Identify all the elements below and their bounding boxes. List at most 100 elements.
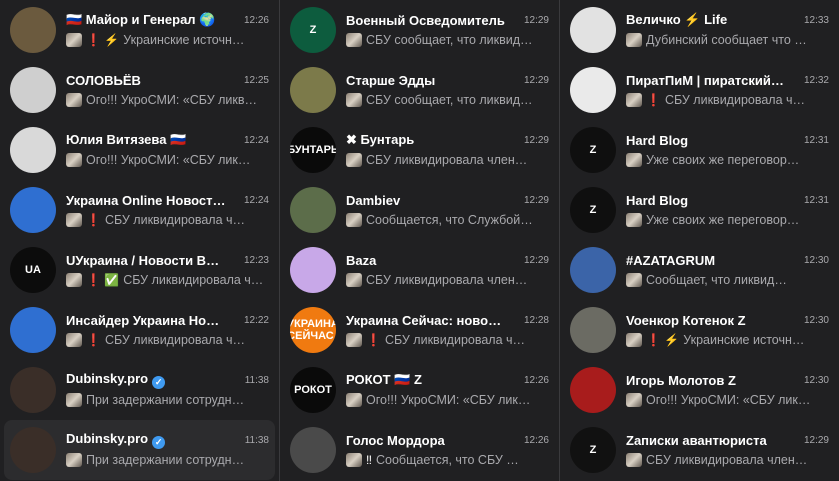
chat-list-item[interactable]: UA UУкраина / Новости В… 12:23 ❗ ✅ СБУ ликви…	[0, 240, 279, 300]
chat-top-line: Voенкор Котенок Z 12:30	[626, 310, 829, 330]
chat-name: Голос Мордора	[346, 433, 518, 448]
chat-name-text: Baza	[346, 252, 377, 268]
chat-name-text: Dambiev	[346, 192, 401, 208]
chat-list-item[interactable]: Dambiev 12:29 Сообщается, что Службой…	[280, 180, 559, 240]
chat-time: 11:38	[244, 374, 269, 386]
chat-name: Инсайдер Украина Но…	[66, 313, 238, 328]
chat-avatar	[10, 187, 56, 233]
chat-avatar: УКРАИНА СЕЙЧАС	[290, 307, 336, 353]
chat-list-item[interactable]: РОКОТ РОКОТ 🇷🇺 Z 12:26 Ого!!! УкроСМИ: «СБУ…	[280, 360, 559, 420]
chat-list-item[interactable]: Voенкор Котенок Z 12:30 ❗ ⚡ Украинские исто…	[560, 300, 839, 360]
message-thumbnail	[66, 333, 82, 347]
chat-list-item[interactable]: Голос Мордора 12:26 ‼ Сообщается, что СБУ …	[280, 420, 559, 480]
chat-list-item[interactable]: Юлия Витязева 🇷🇺 12:24 Ого!!! УкроСМИ: «СБ…	[0, 120, 279, 180]
message-thumbnail	[626, 33, 642, 47]
message-thumbnail	[626, 213, 642, 227]
chat-list-item[interactable]: 🇷🇺 Майор и Генерал 🌍 12:26 ❗ ⚡ Украинские и…	[0, 0, 279, 60]
message-emoji-prefix: ❗ ⚡	[86, 33, 120, 47]
message-preview: Сообщает, что ликвид…	[646, 273, 787, 287]
chat-info: Величко ⚡ Life 12:33 Дубинский сообщает чт…	[626, 10, 829, 50]
chat-name-text: 🇷🇺 Майор и Генерал 🌍	[66, 12, 216, 27]
message-emoji-prefix: ‼	[366, 453, 372, 467]
chat-bottom-line: Сообщается, что Службой…	[346, 210, 549, 230]
chat-list-item[interactable]: Z Hard Blog 12:31 Уже своих же переговор…	[560, 120, 839, 180]
message-preview: СБУ ликвидировала ч…	[123, 273, 264, 287]
chat-top-line: 🇷🇺 Майор и Генерал 🌍 12:26	[66, 10, 269, 30]
chat-info: #AZATAGRUM 12:30 Сообщает, что ликвид…	[626, 250, 829, 290]
chat-time: 12:32	[803, 74, 829, 86]
chat-bottom-line: СБУ ликвидировала член…	[346, 150, 549, 170]
chat-avatar	[290, 427, 336, 473]
chat-time: 12:31	[803, 194, 829, 206]
chat-list-item[interactable]: СОЛОВЬЁВ 12:25 Ого!!! УкроСМИ: «СБУ ликв…	[0, 60, 279, 120]
message-thumbnail	[626, 273, 642, 287]
chat-list-item[interactable]: БУНТАРЬ ✖ Бунтарь 12:29 СБУ ликвидировала ч…	[280, 120, 559, 180]
chat-info: Dubinsky.pro ✓ 11:38 При задержании сотрудн…	[66, 370, 269, 410]
chat-bottom-line: СБУ сообщает, что ликвид…	[346, 90, 549, 110]
message-thumbnail	[346, 393, 362, 407]
message-emoji-prefix: ❗ ⚡	[646, 333, 680, 347]
chat-name: Voенкор Котенок Z	[626, 313, 798, 328]
chat-list-item[interactable]: Игорь Молотов Z 12:30 Ого!!! УкроСМИ: «СБУ…	[560, 360, 839, 420]
chat-top-line: Baza 12:29	[346, 250, 549, 270]
chat-list-item[interactable]: Величко ⚡ Life 12:33 Дубинский сообщает чт…	[560, 0, 839, 60]
chat-list-item[interactable]: Старше Эдды 12:29 СБУ сообщает, что ликвид…	[280, 60, 559, 120]
chat-time: 12:22	[243, 314, 269, 326]
chat-name: UУкраина / Новости В…	[66, 253, 238, 268]
message-emoji-prefix: ❗	[646, 93, 661, 107]
chat-info: Dambiev 12:29 Сообщается, что Службой…	[346, 190, 549, 230]
chat-avatar	[10, 7, 56, 53]
chat-name-text: Dubinsky.pro	[66, 431, 149, 446]
chat-info: Инсайдер Украина Но… 12:22 ❗ СБУ ликвидиров…	[66, 310, 269, 350]
chat-name: 🇷🇺 Майор и Генерал 🌍	[66, 12, 238, 28]
message-emoji-prefix: ❗	[86, 213, 101, 227]
message-preview: Уже своих же переговор…	[646, 153, 800, 167]
chat-name-text: #AZATAGRUM	[626, 252, 716, 268]
chat-avatar	[290, 247, 336, 293]
message-preview: Сообщается, что СБУ …	[376, 453, 519, 467]
chat-list-item[interactable]: Dubinsky.pro ✓ 11:38 При задержании сотрудн…	[4, 420, 275, 480]
chat-time: 12:24	[243, 194, 269, 206]
chat-avatar	[290, 187, 336, 233]
chat-list-item[interactable]: Baza 12:29 СБУ ликвидировала член…	[280, 240, 559, 300]
chat-time: 12:29	[523, 74, 549, 86]
chat-top-line: Старше Эдды 12:29	[346, 70, 549, 90]
chat-list-item[interactable]: Украина Online Новост… 12:24 ❗ СБУ ликвидир…	[0, 180, 279, 240]
chat-name: Украина Сейчас: ново…	[346, 313, 518, 328]
chat-info: ✖ Бунтарь 12:29 СБУ ликвидировала член…	[346, 130, 549, 170]
chat-bottom-line: ❗ ⚡ Украинские источн…	[66, 30, 269, 50]
message-preview: При задержании сотрудн…	[86, 453, 245, 467]
chat-avatar	[10, 307, 56, 353]
message-thumbnail	[66, 453, 82, 467]
chat-list-item[interactable]: ПиратПиМ | пиратский… 12:32 ❗ СБУ ликвидиро…	[560, 60, 839, 120]
chat-time: 12:25	[243, 74, 269, 86]
chat-name-text: Zаписки авантюриста	[626, 432, 767, 448]
chat-list-item[interactable]: Z Hard Blog 12:31 Уже своих же переговор…	[560, 180, 839, 240]
chat-top-line: Hard Blog 12:31	[626, 130, 829, 150]
chat-list-item[interactable]: Z Военный Осведомитель 12:29 СБУ сообщает, …	[280, 0, 559, 60]
chat-name: СОЛОВЬЁВ	[66, 73, 238, 88]
chat-avatar: БУНТАРЬ	[290, 127, 336, 173]
chat-list-item[interactable]: УКРАИНА СЕЙЧАС Украина Сейчас: ново… 12:28…	[280, 300, 559, 360]
chat-name: Юлия Витязева 🇷🇺	[66, 132, 238, 148]
chat-avatar: РОКОТ	[290, 367, 336, 413]
chat-top-line: СОЛОВЬЁВ 12:25	[66, 70, 269, 90]
verified-icon: ✓	[152, 436, 166, 449]
chat-name-text: ✖ Бунтарь	[346, 132, 415, 147]
message-preview: Ого!!! УкроСМИ: «СБУ ликв…	[86, 93, 258, 107]
chat-list-item[interactable]: Dubinsky.pro ✓ 11:38 При задержании сотрудн…	[0, 360, 279, 420]
chat-time: 12:29	[523, 14, 549, 26]
chat-top-line: Юлия Витязева 🇷🇺 12:24	[66, 130, 269, 150]
chat-list-item[interactable]: Инсайдер Украина Но… 12:22 ❗ СБУ ликвидиров…	[0, 300, 279, 360]
chat-name: Военный Осведомитель	[346, 13, 518, 28]
chat-time: 12:28	[523, 314, 549, 326]
chat-avatar: UA	[10, 247, 56, 293]
chat-bottom-line: СБУ ликвидировала член…	[626, 450, 829, 470]
chat-top-line: Инсайдер Украина Но… 12:22	[66, 310, 269, 330]
chat-list-item[interactable]: Z Zаписки авантюриста 12:29 СБУ ликвидирова…	[560, 420, 839, 480]
chat-name: #AZATAGRUM	[626, 253, 798, 268]
chat-list-item[interactable]: #AZATAGRUM 12:30 Сообщает, что ликвид…	[560, 240, 839, 300]
chat-name-text: Голос Мордора	[346, 432, 445, 448]
chat-info: Украина Сейчас: ново… 12:28 ❗ СБУ ликвидиро…	[346, 310, 549, 350]
message-thumbnail	[66, 93, 82, 107]
